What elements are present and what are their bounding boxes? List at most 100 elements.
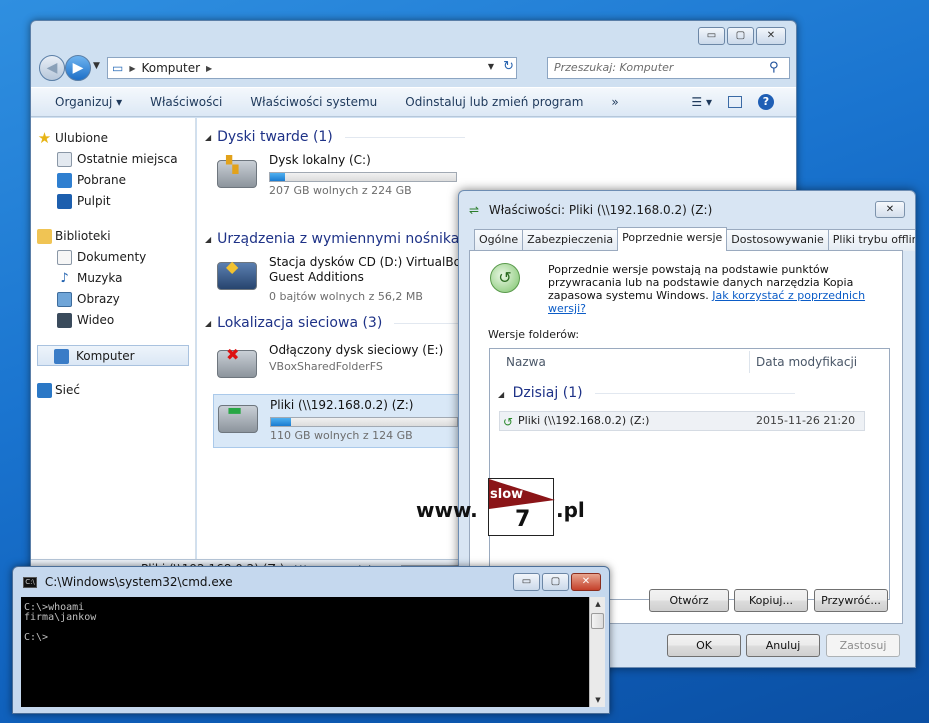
group-hard-drives[interactable]: ◢ Dyski twarde (1) — [205, 128, 465, 146]
ok-button[interactable]: OK — [667, 634, 741, 657]
preview-pane-icon[interactable] — [728, 96, 742, 108]
nav-downloads[interactable]: Pobrane — [31, 170, 195, 191]
nav-label: Sieć — [55, 383, 80, 397]
uninstall-program-button[interactable]: Odinstaluj lub zmień program — [405, 95, 583, 109]
nav-label: Pulpit — [77, 194, 111, 208]
system-properties-button[interactable]: Właściwości systemu — [250, 95, 377, 109]
group-title: Lokalizacja sieciowa (3) — [217, 315, 383, 331]
view-tools: ☰ ▾ ? — [691, 94, 774, 110]
tab-customize[interactable]: Dostosowywanie — [726, 229, 829, 251]
documents-icon — [57, 250, 72, 265]
drive-name: Stacja dysków CD (D:) VirtualBox Guest A… — [269, 255, 468, 284]
cmd-title-text: C:\Windows\system32\cmd.exe — [44, 575, 233, 589]
console-icon: C:\ — [23, 577, 37, 588]
minimize-button[interactable]: ▭ — [698, 27, 725, 45]
drive-d[interactable]: ◆ Stacja dysków CD (D:) VirtualBox Guest… — [213, 252, 473, 312]
version-name: Pliki (\\192.168.0.2) (Z:) — [518, 414, 650, 427]
recent-pages-dropdown[interactable]: ▼ — [93, 61, 100, 71]
drive-usage-bar — [269, 172, 457, 182]
cmd-title: C:\ C:\Windows\system32\cmd.exe — [23, 575, 233, 589]
search-input[interactable]: Przeszukaj: Komputer — [547, 57, 790, 79]
list-item[interactable]: ↺ Pliki (\\192.168.0.2) (Z:) 2015-11-26 … — [499, 411, 865, 431]
nav-videos[interactable]: Wideo — [31, 310, 195, 331]
nav-documents[interactable]: Dokumenty — [31, 247, 195, 268]
tab-strip: Ogólne Zabezpieczenia Poprzednie wersje … — [474, 227, 915, 251]
copy-button[interactable]: Kopiuj... — [734, 589, 808, 612]
help-icon[interactable]: ? — [758, 94, 774, 110]
refresh-icon[interactable]: ↻ — [503, 59, 514, 74]
cancel-button[interactable]: Anuluj — [746, 634, 820, 657]
scroll-thumb[interactable] — [591, 613, 604, 629]
tab-security[interactable]: Zabezpieczenia — [522, 229, 619, 251]
vertical-scrollbar[interactable]: ▲ ▼ — [589, 597, 605, 707]
network-drive-icon: ⇌ — [469, 203, 480, 217]
address-row: ◀ ▶ ▼ ▭ ▶ Komputer ▶ ▼ ↻ Przeszukaj: Kom… — [37, 55, 790, 81]
nav-recent-places[interactable]: Ostatnie miejsca — [31, 149, 195, 170]
hard-drive-icon: ▚ — [217, 155, 257, 188]
watermark-domain: .pl — [556, 498, 585, 522]
cd-drive-icon: ◆ — [217, 257, 257, 290]
nav-label: Biblioteki — [55, 229, 111, 243]
group-removable[interactable]: ◢ Urządzenia z wymiennymi nośnikam — [205, 230, 473, 248]
downloads-icon — [57, 173, 72, 188]
column-header-name[interactable]: Nazwa — [506, 355, 546, 369]
collapse-arrow-icon[interactable]: ◢ — [205, 319, 211, 328]
forward-button[interactable]: ▶ — [65, 55, 91, 81]
restore-button[interactable]: Przywróć... — [814, 589, 888, 612]
collapse-arrow-icon[interactable]: ◢ — [205, 235, 211, 244]
tab-previous-versions[interactable]: Poprzednie wersje — [617, 227, 728, 251]
drive-subtitle: VBoxSharedFolderFS — [269, 360, 383, 373]
scroll-down-arrow-icon[interactable]: ▼ — [590, 693, 606, 707]
change-view-icon[interactable]: ☰ ▾ — [691, 95, 712, 109]
collapse-arrow-icon[interactable]: ◢ — [498, 390, 504, 399]
star-icon: ★ — [37, 129, 52, 147]
search-icon[interactable]: ⚲ — [769, 60, 784, 75]
apply-button[interactable]: Zastosuj — [826, 634, 900, 657]
breadcrumb-computer[interactable]: Komputer — [142, 61, 201, 75]
nav-network[interactable]: Sieć — [31, 380, 195, 401]
close-button[interactable]: ✕ — [571, 573, 601, 591]
watermark-www: www. — [416, 498, 478, 522]
folder-version-icon: ↺ — [503, 415, 514, 429]
nav-label: Ulubione — [55, 131, 109, 145]
tab-offline-files[interactable]: Pliki trybu offline — [827, 229, 915, 251]
cmd-caption-buttons: ▭ ▢ ✕ — [513, 573, 601, 591]
breadcrumb-separator[interactable]: ▶ — [129, 64, 135, 73]
console-output[interactable]: C:\>whoami firma\jankow C:\> — [21, 597, 589, 707]
libraries-icon — [37, 229, 52, 244]
maximize-button[interactable]: ▢ — [727, 27, 754, 45]
network-drive-icon: ▬ — [218, 400, 258, 433]
properties-button[interactable]: Właściwości — [150, 95, 222, 109]
dialog-title: ⇌ Właściwości: Pliki (\\192.168.0.2) (Z:… — [469, 203, 712, 217]
tab-general[interactable]: Ogólne — [474, 229, 524, 251]
watermark: www. slow 7 .pl — [416, 470, 596, 540]
collapse-arrow-icon[interactable]: ◢ — [205, 133, 211, 142]
maximize-button[interactable]: ▢ — [542, 573, 569, 591]
nav-pictures[interactable]: Obrazy — [31, 289, 195, 310]
drive-free-space: 0 bajtów wolnych z 56,2 MB — [269, 290, 423, 303]
column-header-date[interactable]: Data modyfikacji — [756, 355, 857, 369]
organize-menu[interactable]: Organizuj ▾ — [55, 95, 122, 109]
music-icon: ♪ — [60, 271, 69, 286]
drive-e[interactable]: ✖ Odłączony dysk sieciowy (E:) VBoxShare… — [213, 340, 473, 384]
more-commands-button[interactable]: » — [611, 95, 618, 109]
close-button[interactable]: ✕ — [756, 27, 786, 45]
nav-music[interactable]: ♪ Muzyka — [31, 268, 195, 289]
open-button[interactable]: Otwórz — [649, 589, 729, 612]
minimize-button[interactable]: ▭ — [513, 573, 540, 591]
nav-favorites[interactable]: ★ Ulubione — [31, 128, 195, 149]
drive-free-space: 207 GB wolnych z 224 GB — [269, 184, 412, 197]
back-button[interactable]: ◀ — [39, 55, 65, 81]
drive-z[interactable]: ▬ Pliki (\\192.168.0.2) (Z:) 110 GB woln… — [213, 394, 473, 448]
address-bar[interactable]: ▭ ▶ Komputer ▶ ▼ ↻ — [107, 57, 517, 79]
nav-libraries[interactable]: Biblioteki — [31, 226, 195, 247]
nav-desktop[interactable]: Pulpit — [31, 191, 195, 212]
address-dropdown-arrow[interactable]: ▼ — [488, 62, 494, 71]
close-button[interactable]: ✕ — [875, 201, 905, 218]
breadcrumb-separator[interactable]: ▶ — [206, 64, 212, 73]
watermark-logo: slow 7 — [488, 478, 555, 536]
scroll-up-arrow-icon[interactable]: ▲ — [590, 597, 606, 611]
nav-computer[interactable]: Komputer — [37, 345, 189, 366]
group-today[interactable]: ◢ Dzisiaj (1) — [498, 385, 796, 401]
drive-c[interactable]: ▚ Dysk lokalny (C:) 207 GB wolnych z 224… — [213, 150, 473, 204]
